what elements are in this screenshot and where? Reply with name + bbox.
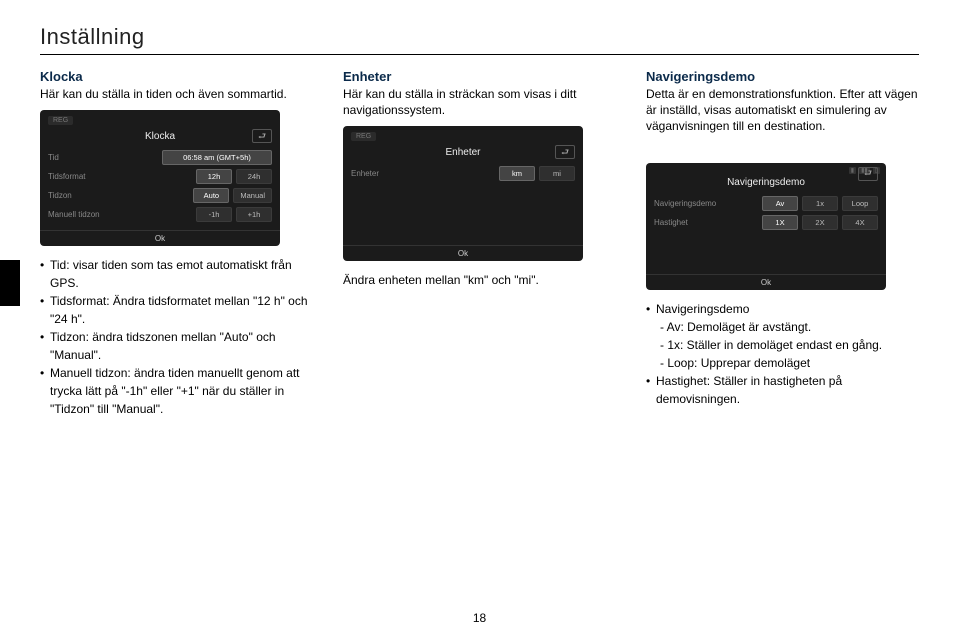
sub-klocka: Här kan du ställa in tiden och även somm… bbox=[40, 86, 313, 102]
btn-24h[interactable]: 24h bbox=[236, 169, 272, 184]
col-klocka: Klocka Här kan du ställa in tiden och äv… bbox=[40, 69, 313, 418]
btn-mi[interactable]: mi bbox=[539, 166, 575, 181]
back-icon[interactable]: ⮐ bbox=[252, 129, 272, 143]
btn-auto[interactable]: Auto bbox=[193, 188, 229, 203]
ok-button[interactable]: Ok bbox=[343, 245, 583, 261]
page-number: 18 bbox=[0, 611, 959, 625]
heading-navdemo: Navigeringsdemo bbox=[646, 69, 919, 84]
content-columns: Klocka Här kan du ställa in tiden och äv… bbox=[40, 69, 919, 418]
row-tidsformat: Tidsformat 12h 24h bbox=[40, 167, 280, 186]
device-title: Enheter bbox=[445, 147, 480, 158]
row-tid: Tid 06:58 am (GMT+5h) bbox=[40, 148, 280, 167]
device-title: Klocka bbox=[145, 131, 175, 142]
page-title: Inställning bbox=[40, 24, 919, 55]
bullets-klocka: •Tid: visar tiden som tas emot automatis… bbox=[40, 256, 313, 418]
device-title: Navigeringsdemo bbox=[727, 177, 805, 188]
col-enheter: Enheter Här kan du ställa in sträckan so… bbox=[343, 69, 616, 418]
side-tab bbox=[0, 260, 20, 306]
device-klocka: REG Klocka ⮐ Tid 06:58 am (GMT+5h) Tidsf… bbox=[40, 110, 280, 246]
back-icon[interactable]: ⮐ bbox=[858, 167, 878, 181]
ok-button[interactable]: Ok bbox=[646, 274, 886, 290]
row-navdemo: Navigeringsdemo Av 1x Loop bbox=[646, 194, 886, 213]
col-navdemo: Navigeringsdemo Detta är en demonstratio… bbox=[646, 69, 919, 418]
btn-loop[interactable]: Loop bbox=[842, 196, 878, 211]
row-enheter: Enheter km mi bbox=[343, 164, 583, 183]
btn-1x[interactable]: 1x bbox=[802, 196, 838, 211]
val-tid[interactable]: 06:58 am (GMT+5h) bbox=[162, 150, 272, 165]
heading-enheter: Enheter bbox=[343, 69, 616, 84]
btn-plus1h[interactable]: +1h bbox=[236, 207, 272, 222]
btn-minus1h[interactable]: -1h bbox=[196, 207, 232, 222]
device-enheter: REG Enheter ⮐ Enheter km mi Ok bbox=[343, 126, 583, 261]
btn-km[interactable]: km bbox=[499, 166, 535, 181]
back-icon[interactable]: ⮐ bbox=[555, 145, 575, 159]
line-enheter: Ändra enheten mellan "km" och "mi". bbox=[343, 271, 616, 289]
sub-enheter: Här kan du ställa in sträckan som visas … bbox=[343, 86, 616, 118]
btn-4x[interactable]: 4X bbox=[842, 215, 878, 230]
device-navdemo: ▮▮▮▯ Navigeringsdemo ⮐ Navigeringsdemo A… bbox=[646, 163, 886, 290]
row-manuell-tidzon: Manuell tidzon -1h +1h bbox=[40, 205, 280, 224]
btn-manual[interactable]: Manual bbox=[233, 188, 272, 203]
btn-2x[interactable]: 2X bbox=[802, 215, 838, 230]
sub-navdemo: Detta är en demonstrationsfunktion. Efte… bbox=[646, 86, 919, 135]
btn-12h[interactable]: 12h bbox=[196, 169, 232, 184]
bullets-navdemo: •Navigeringsdemo - Av: Demoläget är avst… bbox=[646, 300, 919, 408]
device-tag: REG bbox=[48, 116, 73, 125]
row-tidzon: Tidzon Auto Manual bbox=[40, 186, 280, 205]
device-tag: REG bbox=[351, 132, 376, 141]
btn-av[interactable]: Av bbox=[762, 196, 798, 211]
btn-1xspeed[interactable]: 1X bbox=[762, 215, 798, 230]
row-hastighet: Hastighet 1X 2X 4X bbox=[646, 213, 886, 232]
ok-button[interactable]: Ok bbox=[40, 230, 280, 246]
heading-klocka: Klocka bbox=[40, 69, 313, 84]
